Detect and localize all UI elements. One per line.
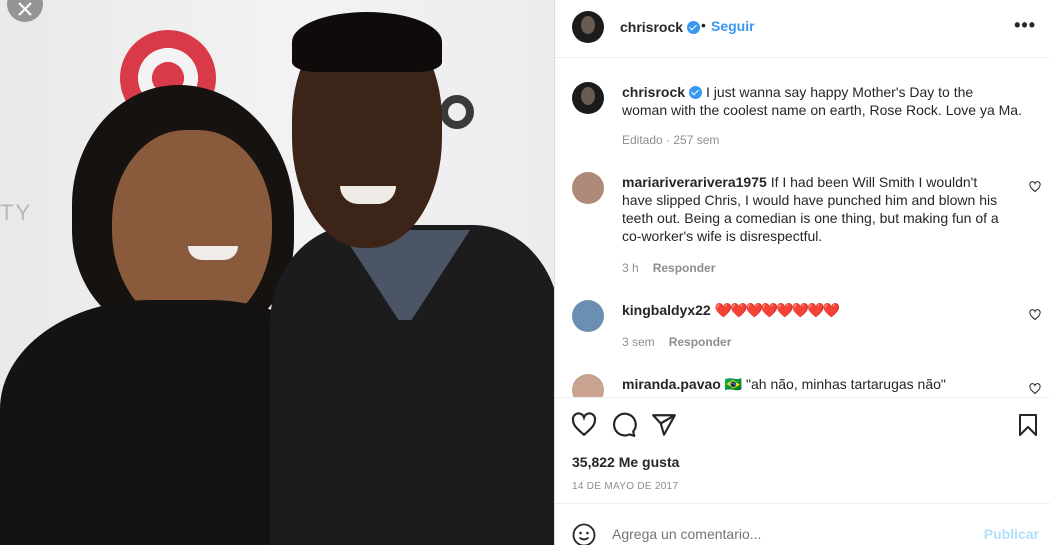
comment-meta: 3 sem Responder [622, 335, 745, 349]
like-heart-icon[interactable] [571, 412, 597, 438]
reply-button[interactable]: Responder [669, 335, 732, 349]
post-header: chrisrock • Seguir ••• [555, 0, 1050, 58]
avatar[interactable] [572, 11, 604, 43]
comment-text: miranda.pavao 🇧🇷 "ah não, minhas tartaru… [622, 375, 1022, 393]
comment-text: kingbaldyx22 ❤️❤️❤️❤️❤️❤️❤️❤️ [622, 301, 1022, 319]
comment-body: ❤️❤️❤️❤️❤️❤️❤️❤️ [714, 302, 840, 318]
like-comment-heart-icon[interactable] [1029, 383, 1041, 395]
post-actions: 35,822 Me gusta 14 DE MAYO DE 2017 [555, 397, 1050, 503]
post-date: 14 DE MAYO DE 2017 [572, 481, 679, 492]
comment-username[interactable]: miranda.pavao [622, 376, 721, 392]
comment-icon[interactable] [611, 412, 637, 438]
close-icon [18, 2, 32, 16]
comment-input[interactable] [612, 526, 942, 542]
like-comment-heart-icon[interactable] [1029, 181, 1041, 193]
post-panel: chrisrock • Seguir ••• chrisrock I just … [555, 0, 1050, 545]
background-ring [440, 95, 474, 129]
man-hair [292, 12, 442, 72]
add-comment-bar: Publicar [555, 503, 1050, 545]
comment-username[interactable]: kingbaldyx22 [622, 302, 711, 318]
publish-button[interactable]: Publicar [984, 526, 1039, 542]
comment-body: 🇧🇷 "ah não, minhas tartarugas não" [724, 376, 946, 392]
emoji-icon[interactable] [572, 523, 596, 545]
like-count[interactable]: 35,822 Me gusta [572, 454, 679, 470]
comment-time: 3 sem [622, 335, 655, 349]
caption-meta: Editado · 257 sem [622, 133, 720, 147]
comment-time: 3 h [622, 261, 639, 275]
comment-text: mariariverarivera1975 If I had been Will… [622, 173, 1002, 245]
comment-avatar[interactable] [572, 374, 604, 397]
caption-avatar[interactable] [572, 82, 604, 114]
comment-username[interactable]: mariariverarivera1975 [622, 174, 767, 190]
woman-smile [188, 246, 238, 260]
caption-text: chrisrock I just wanna say happy Mother'… [622, 83, 1022, 119]
reply-button[interactable]: Responder [653, 261, 716, 275]
background-text: TY [0, 200, 33, 225]
share-icon[interactable] [651, 412, 677, 438]
separator-dot: • [701, 17, 706, 33]
caption-username[interactable]: chrisrock [622, 84, 685, 100]
comment-avatar[interactable] [572, 172, 604, 204]
post-photo[interactable]: TY [0, 0, 554, 545]
save-bookmark-icon[interactable] [1016, 412, 1040, 438]
like-comment-heart-icon[interactable] [1029, 309, 1041, 321]
close-button[interactable] [7, 0, 43, 22]
verified-badge-icon [689, 86, 703, 99]
username-text[interactable]: chrisrock [620, 19, 683, 35]
follow-button[interactable]: Seguir [711, 18, 755, 34]
header-username[interactable]: chrisrock [620, 19, 701, 35]
more-options-button[interactable]: ••• [1014, 15, 1036, 36]
comments-list[interactable]: chrisrock I just wanna say happy Mother'… [555, 59, 1050, 397]
comment-avatar[interactable] [572, 300, 604, 332]
comment-meta: 3 h Responder [622, 261, 729, 275]
verified-badge-icon [687, 21, 701, 34]
